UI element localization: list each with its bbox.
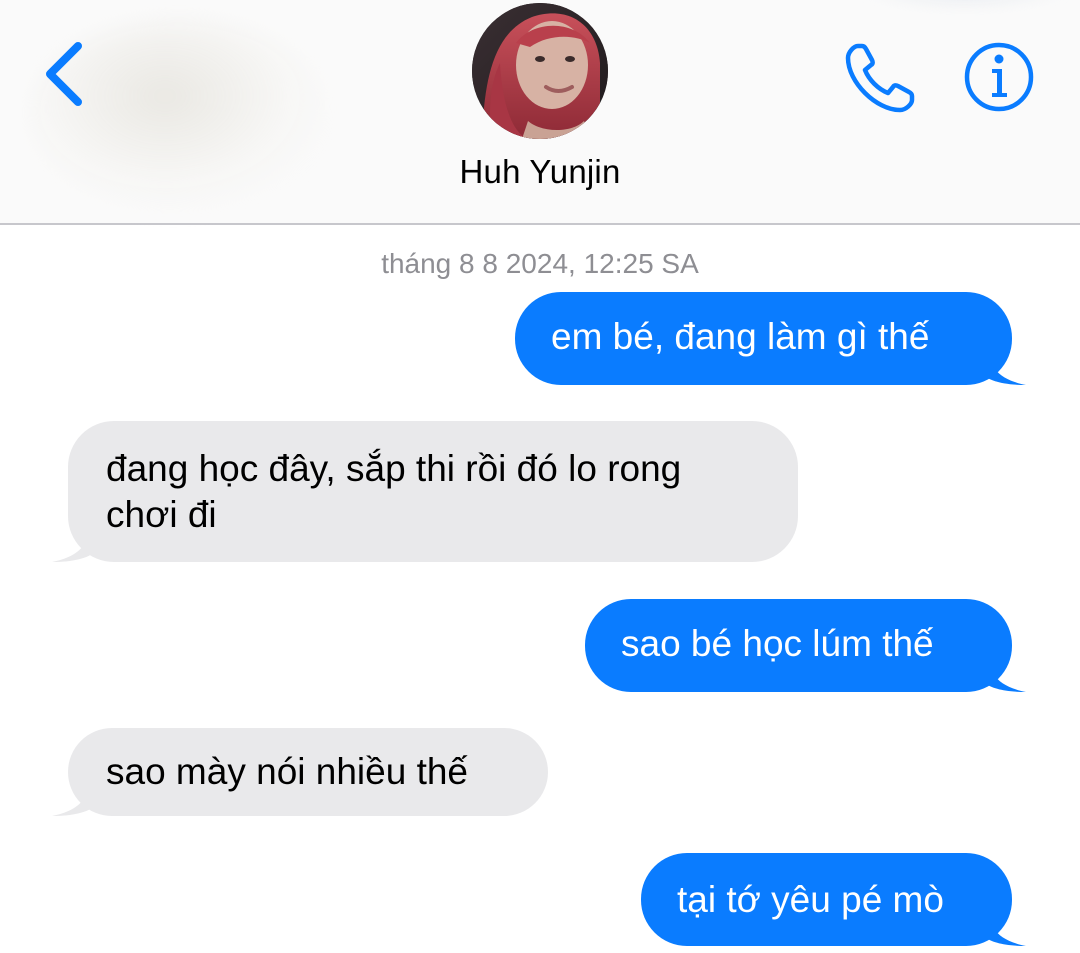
message-text: sao mày nói nhiều thế bbox=[106, 751, 469, 792]
sent-message-bubble[interactable]: tại tớ yêu pé mò bbox=[641, 853, 1026, 946]
message-text: em bé, đang làm gì thế bbox=[551, 316, 930, 357]
blurred-region-top-right bbox=[860, 0, 1070, 10]
bubble-tail bbox=[52, 772, 92, 816]
conversation-header: Huh Yunjin bbox=[0, 0, 1080, 225]
bubble-tail bbox=[986, 648, 1026, 692]
phone-icon bbox=[845, 43, 915, 113]
chevron-left-icon bbox=[46, 42, 82, 106]
back-button[interactable] bbox=[40, 38, 96, 110]
message-text: tại tớ yêu pé mò bbox=[677, 879, 944, 920]
avatar[interactable] bbox=[472, 3, 608, 139]
info-button[interactable] bbox=[962, 40, 1036, 114]
bubble-tail bbox=[986, 902, 1026, 946]
call-button[interactable] bbox=[842, 40, 918, 116]
message-text: đang học đây, sắp thi rồi đó lo rong chơ… bbox=[106, 448, 682, 535]
received-message-bubble[interactable]: đang học đây, sắp thi rồi đó lo rong chơ… bbox=[52, 421, 798, 562]
message-text: sao bé học lúm thế bbox=[621, 623, 934, 664]
info-icon bbox=[964, 42, 1034, 112]
sent-message-bubble[interactable]: em bé, đang làm gì thế bbox=[515, 292, 1026, 385]
sent-message-bubble[interactable]: sao bé học lúm thế bbox=[585, 599, 1026, 692]
contact-name[interactable]: Huh Yunjin bbox=[340, 153, 740, 191]
bubble-tail bbox=[986, 341, 1026, 385]
avatar-photo bbox=[472, 3, 608, 139]
message-timestamp: tháng 8 8 2024, 12:25 SA bbox=[381, 248, 699, 279]
messages-screen: Huh Yunjin tháng 8 8 2024, 12:25 SA em b… bbox=[0, 0, 1080, 953]
received-message-bubble[interactable]: sao mày nói nhiều thế bbox=[52, 728, 548, 816]
bubble-tail bbox=[52, 518, 92, 562]
